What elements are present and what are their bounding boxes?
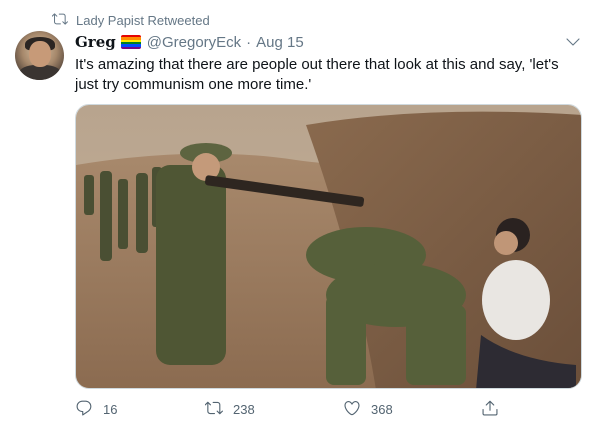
retweet-action-icon (204, 399, 223, 420)
retweet-notice-text: Lady Papist Retweeted (76, 13, 210, 28)
tweet-header: Greg @GregoryEck · Aug 15 (75, 33, 304, 51)
share-button[interactable] (481, 399, 499, 420)
like-count: 368 (371, 402, 393, 417)
tweet-text: It's amazing that there are people out t… (75, 55, 575, 95)
separator-dot: · (246, 33, 252, 51)
rainbow-flag-icon (120, 35, 141, 49)
reply-icon (75, 399, 93, 420)
tweet-text-line-2: just try communism one more time.' (75, 76, 312, 93)
reply-count: 16 (103, 402, 118, 417)
like-button[interactable]: 368 (343, 399, 393, 420)
retweet-count: 238 (233, 402, 255, 417)
avatar[interactable] (15, 31, 64, 80)
tweet-date[interactable]: Aug 15 (256, 34, 304, 51)
retweet-notice[interactable]: Lady Papist Retweeted (51, 11, 210, 30)
author-name[interactable]: Greg (75, 33, 116, 51)
retweet-button[interactable]: 238 (204, 399, 255, 420)
share-icon (481, 399, 499, 420)
chevron-down-icon[interactable] (564, 33, 582, 51)
tweet-actions: 16 238 368 (75, 399, 505, 421)
author-handle[interactable]: @GregoryEck (147, 34, 241, 51)
retweet-icon (51, 11, 68, 30)
heart-icon (343, 399, 361, 420)
tweet-text-line-1: It's amazing that there are people out t… (75, 56, 559, 73)
tweet-photo[interactable] (75, 104, 582, 389)
reply-button[interactable]: 16 (75, 399, 117, 420)
